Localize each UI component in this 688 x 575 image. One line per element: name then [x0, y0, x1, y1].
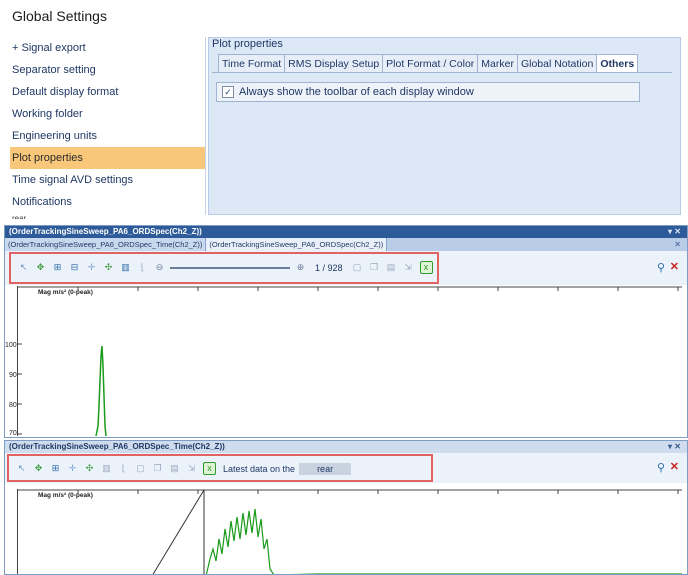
- pin-icon[interactable]: ⚲: [657, 261, 665, 274]
- zoom-box-icon[interactable]: ✛: [67, 463, 78, 474]
- tab-marker[interactable]: Marker: [477, 54, 518, 72]
- window1-toolbar: ↖ ✥ ⊞ ⊟ ✛ ✣ ▥ ⌊ ⊖ ⊕ 1 / 928 ▢ ❐ ▤ ⇲ x ⚲ …: [5, 251, 687, 285]
- zoom-in-icon[interactable]: ⊕: [295, 262, 306, 273]
- tab-global-notation[interactable]: Global Notation: [516, 54, 598, 72]
- bar-chart-icon[interactable]: ▥: [120, 262, 131, 273]
- toolbar-checkbox[interactable]: ✓: [222, 86, 234, 98]
- autoscale-icon[interactable]: ✣: [103, 262, 114, 273]
- zoom-box-icon[interactable]: ✛: [86, 262, 97, 273]
- window2-header: (OrderTrackingSineSweep_PA6_ORDSpec_Time…: [5, 441, 687, 453]
- window2-title: (OrderTrackingSineSweep_PA6_ORDSpec_Time…: [9, 442, 225, 451]
- cursor-icon[interactable]: ↖: [18, 262, 29, 273]
- nav-item-cut-off: rear: [12, 214, 27, 219]
- bar-chart-icon[interactable]: ▥: [101, 463, 112, 474]
- cursor-icon[interactable]: ↖: [16, 463, 27, 474]
- pin-icon[interactable]: ⚲: [657, 461, 665, 474]
- toolbar-checkbox-row[interactable]: ✓ Always show the toolbar of each displa…: [216, 82, 640, 102]
- window-title: Global Settings: [12, 8, 107, 24]
- window2-toolbar-icons: ↖ ✥ ⊞ ✛ ✣ ▥ ⌊ ▢ ❐ ▤ ⇲ x Latest data on t…: [13, 462, 352, 475]
- window1-controls[interactable]: ▾ ✕: [668, 226, 681, 238]
- window1-subtab-close-icon[interactable]: ✕: [674, 238, 681, 251]
- display-window-2: (OrderTrackingSineSweep_PA6_ORDSpec_Time…: [4, 440, 688, 575]
- export-icon[interactable]: ⇲: [186, 463, 197, 474]
- excel-icon[interactable]: x: [419, 261, 433, 274]
- zoom-y-icon[interactable]: ⊟: [69, 262, 80, 273]
- window1-axis-label: Mag m/s² (0-peak): [38, 289, 93, 296]
- nav-item-signal-export[interactable]: + Signal export: [10, 37, 206, 59]
- autoscale-icon[interactable]: ✣: [84, 463, 95, 474]
- window1-toolbar-icons: ↖ ✥ ⊞ ⊟ ✛ ✣ ▥ ⌊ ⊖ ⊕ 1 / 928 ▢ ❐ ▤ ⇲ x: [15, 261, 436, 274]
- window1-ytick: 80: [9, 402, 17, 409]
- latest-data-select[interactable]: rear: [299, 462, 352, 475]
- plot-properties-tabs: Time Format RMS Display Setup Plot Forma…: [218, 54, 639, 72]
- excel-icon[interactable]: x: [203, 462, 216, 475]
- window1-ytick: 100: [5, 342, 17, 349]
- line-chart-icon[interactable]: ⌊: [118, 463, 129, 474]
- window1-title: (OrderTrackingSineSweep_PA6_ORDSpec(Ch2_…: [9, 227, 202, 236]
- settings-nav: + Signal export Separator setting Defaul…: [10, 37, 206, 213]
- window1-header: (OrderTrackingSineSweep_PA6_ORDSpec(Ch2_…: [5, 226, 687, 238]
- page-icon[interactable]: ▢: [135, 463, 146, 474]
- window1-ytick: 90: [9, 372, 17, 379]
- window2-plot[interactable]: Mag m/s² (0-peak): [17, 489, 682, 574]
- window2-controls[interactable]: ▾ ✕: [668, 441, 681, 453]
- nav-item-plot-properties[interactable]: Plot properties: [10, 147, 206, 169]
- tab-time-format[interactable]: Time Format: [218, 54, 286, 72]
- zoom-slider-track[interactable]: [170, 266, 290, 269]
- window1-subtab-time[interactable]: (OrderTrackingSineSweep_PA6_ORDSpec_Time…: [5, 238, 207, 251]
- print-icon[interactable]: ▤: [169, 463, 180, 474]
- toolbar-checkbox-label: Always show the toolbar of each display …: [239, 86, 474, 98]
- print-icon[interactable]: ▤: [386, 262, 397, 273]
- window2-plot-svg: [18, 489, 682, 574]
- window1-plot-svg: [18, 286, 682, 436]
- tab-rms-display-setup[interactable]: RMS Display Setup: [284, 54, 384, 72]
- plot-properties-title: Plot properties: [212, 38, 283, 50]
- nav-item-working-folder[interactable]: Working folder: [10, 103, 206, 125]
- window2-toolbar: ↖ ✥ ⊞ ✛ ✣ ▥ ⌊ ▢ ❐ ▤ ⇲ x Latest data on t…: [5, 453, 687, 483]
- window1-trace: [95, 345, 107, 436]
- nav-item-engineering-units[interactable]: Engineering units: [10, 125, 206, 147]
- page-icon[interactable]: ▢: [352, 262, 363, 273]
- window2-trace: [205, 508, 682, 574]
- close-icon[interactable]: ✕: [670, 260, 679, 273]
- nav-item-notifications[interactable]: Notifications: [10, 191, 206, 213]
- display-window-1: (OrderTrackingSineSweep_PA6_ORDSpec(Ch2_…: [4, 225, 688, 438]
- tab-plot-format-color[interactable]: Plot Format / Color: [382, 54, 479, 72]
- copy-icon[interactable]: ❐: [369, 262, 380, 273]
- window2-axis-label: Mag m/s² (0-peak): [38, 492, 93, 499]
- export-icon[interactable]: ⇲: [403, 262, 414, 273]
- tab-others[interactable]: Others: [596, 54, 639, 72]
- nav-item-time-signal-avd[interactable]: Time signal AVD settings: [10, 169, 206, 191]
- close-icon[interactable]: ✕: [670, 460, 679, 473]
- window1-ytick: 70: [9, 430, 17, 437]
- page-counter: 1 / 928: [315, 262, 343, 273]
- zoom-out-icon[interactable]: ⊖: [154, 262, 165, 273]
- window1-plot[interactable]: Mag m/s² (0-peak): [17, 286, 682, 436]
- latest-data-label: Latest data on the: [223, 463, 296, 474]
- window1-subtabs: (OrderTrackingSineSweep_PA6_ORDSpec_Time…: [5, 238, 687, 251]
- move-icon[interactable]: ✥: [33, 463, 44, 474]
- window1-subtab-ordspec[interactable]: (OrderTrackingSineSweep_PA6_ORDSpec(Ch2_…: [206, 238, 388, 251]
- copy-icon[interactable]: ❐: [152, 463, 163, 474]
- line-chart-icon[interactable]: ⌊: [137, 262, 148, 273]
- move-icon[interactable]: ✥: [35, 262, 46, 273]
- nav-item-separator-setting[interactable]: Separator setting: [10, 59, 206, 81]
- nav-item-default-display-format[interactable]: Default display format: [10, 81, 206, 103]
- zoom-x-icon[interactable]: ⊞: [52, 262, 63, 273]
- nav-divider: [205, 37, 206, 215]
- zoom-x-icon[interactable]: ⊞: [50, 463, 61, 474]
